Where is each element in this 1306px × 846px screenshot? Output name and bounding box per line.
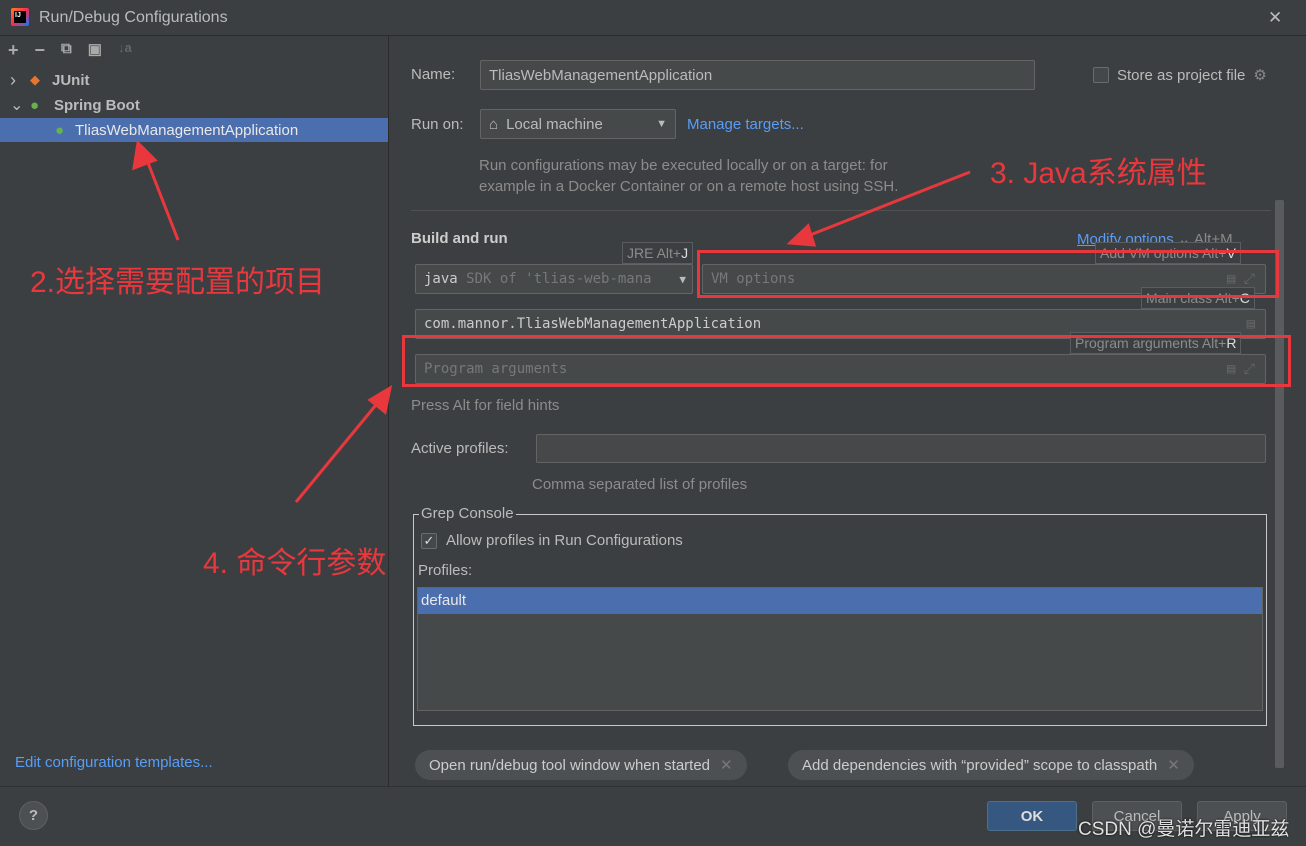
arrow-line [804, 170, 971, 239]
arrow-head [786, 223, 817, 247]
annotation-arrows [132, 139, 971, 503]
arrow-line [143, 154, 180, 241]
arrow-head [132, 139, 158, 171]
arrow-line [294, 399, 382, 503]
